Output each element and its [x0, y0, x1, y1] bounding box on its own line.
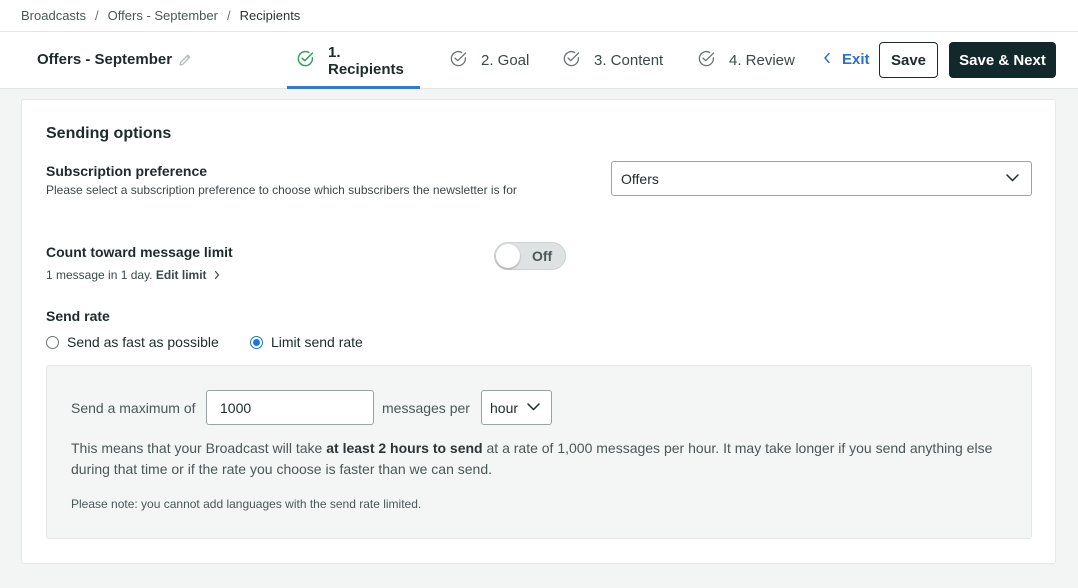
send-duration-explanation: This means that your Broadcast will take…: [71, 438, 1011, 480]
send-rate-note: Please note: you cannot add languages wi…: [71, 497, 422, 511]
check-circle-icon: [697, 49, 729, 72]
rate-unit-value: hour: [490, 399, 519, 416]
pencil-icon[interactable]: [177, 52, 193, 68]
radio-button-selected[interactable]: [250, 335, 263, 349]
breadcrumb-current: Recipients: [239, 8, 301, 23]
save-button[interactable]: Save: [879, 42, 938, 78]
chevron-right-icon: [214, 270, 220, 280]
message-limit-label: Count toward message limit: [46, 244, 233, 260]
breadcrumb: Broadcasts / Offers - September / Recipi…: [0, 0, 1078, 32]
message-limit-text: 1 message in 1 day.: [46, 268, 153, 282]
check-circle-icon: [296, 49, 328, 72]
send-max-prefix: Send a maximum of: [71, 400, 196, 416]
chevron-left-icon: [823, 51, 842, 68]
tab-goal[interactable]: 2. Goal: [449, 32, 529, 89]
tab-content-label: 3. Content: [594, 52, 664, 69]
tab-recipients-label: 1. Recipients: [328, 43, 404, 78]
exit-label: Exit: [842, 51, 870, 68]
tab-recipients[interactable]: 1. Recipients: [287, 32, 420, 89]
breadcrumb-separator: /: [226, 8, 231, 23]
breadcrumb-broadcasts[interactable]: Broadcasts: [21, 8, 86, 23]
toggle-knob: [496, 244, 520, 268]
exit-link[interactable]: Exit: [823, 51, 870, 68]
tab-content[interactable]: 3. Content: [562, 32, 663, 89]
message-limit-help: 1 message in 1 day. Edit limit: [46, 266, 220, 284]
send-rate-box: Send a maximum of messages per hour This…: [46, 365, 1032, 539]
message-limit-toggle[interactable]: Off: [494, 242, 566, 270]
breadcrumb-separator: /: [95, 8, 99, 23]
toggle-state-label: Off: [532, 248, 553, 264]
radio-send-fast[interactable]: Send as fast as possible: [46, 334, 219, 350]
radio-send-fast-label: Send as fast as possible: [67, 334, 219, 350]
radio-button[interactable]: [46, 335, 59, 349]
max-messages-input[interactable]: [206, 390, 374, 425]
subscription-preference-select[interactable]: Offers: [611, 161, 1032, 196]
broadcast-header: Offers - September 1. Recipients 2. Goal…: [0, 32, 1078, 89]
radio-limit-rate-label: Limit send rate: [271, 334, 363, 350]
tab-review[interactable]: 4. Review: [697, 32, 795, 89]
check-circle-icon: [449, 49, 481, 72]
tab-goal-label: 2. Goal: [481, 52, 530, 69]
rate-unit-select[interactable]: hour: [481, 390, 552, 425]
edit-limit-link[interactable]: Edit limit: [156, 266, 207, 284]
broadcast-name: Offers - September: [37, 51, 173, 68]
subscription-preference-help: Please select a subscription preference …: [46, 183, 517, 197]
tab-review-label: 4. Review: [729, 52, 795, 69]
messages-per-text: messages per: [382, 400, 470, 416]
radio-limit-rate[interactable]: Limit send rate: [250, 334, 363, 350]
sending-options-card: Sending options Subscription preference …: [21, 99, 1056, 564]
subscription-preference-label: Subscription preference: [46, 163, 208, 179]
save-next-button[interactable]: Save & Next: [949, 42, 1056, 78]
explain-duration: at least 2 hours to send: [326, 440, 483, 456]
section-title: Sending options: [46, 125, 172, 142]
send-rate-label: Send rate: [46, 308, 110, 324]
explain-text: This means that your Broadcast will take: [71, 440, 327, 456]
breadcrumb-offers-september[interactable]: Offers - September: [108, 8, 218, 23]
subscription-preference-value: Offers: [621, 170, 659, 187]
check-circle-icon: [562, 49, 594, 72]
